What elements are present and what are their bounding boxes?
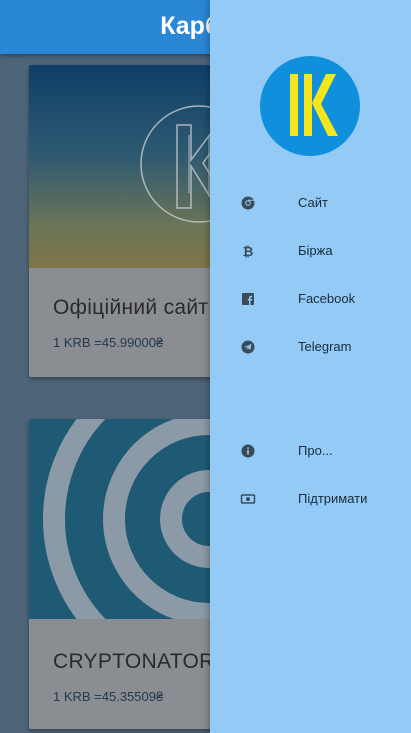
menu-item-label: Сайт: [298, 195, 328, 210]
menu-item-exchange[interactable]: ₿ Біржа: [210, 231, 411, 271]
menu-item-label: Підтримати: [298, 491, 368, 506]
navigation-drawer: Сайт ₿ Біржа Facebook Telegram Про... Пі…: [210, 0, 411, 733]
menu-item-telegram[interactable]: Telegram: [210, 327, 411, 367]
card-title: Офіційний сайт: [53, 296, 209, 319]
karbo-logo: [260, 56, 360, 156]
karbo-logo-icon: [290, 74, 338, 136]
card-title: CRYPTONATOR: [53, 650, 215, 673]
info-icon: [241, 444, 255, 458]
chrome-icon: [241, 196, 255, 210]
facebook-icon: [242, 293, 254, 305]
bitcoin-icon: ₿: [243, 245, 254, 259]
menu-item-facebook[interactable]: Facebook: [210, 279, 411, 319]
money-icon: [240, 494, 256, 504]
menu-item-label: Про...: [298, 443, 333, 458]
telegram-icon: [241, 340, 255, 354]
menu-item-site[interactable]: Сайт: [210, 183, 411, 223]
menu-item-about[interactable]: Про...: [210, 431, 411, 471]
card-rate: 1 KRB =45.99000₴: [53, 335, 164, 350]
card-rate: 1 KRB =45.35509₴: [53, 689, 164, 704]
svg-text:₿: ₿: [243, 245, 254, 259]
menu-item-support[interactable]: Підтримати: [210, 479, 411, 519]
menu-item-label: Facebook: [298, 291, 356, 306]
menu-item-label: Telegram: [298, 339, 352, 354]
menu-item-label: Біржа: [298, 243, 333, 258]
